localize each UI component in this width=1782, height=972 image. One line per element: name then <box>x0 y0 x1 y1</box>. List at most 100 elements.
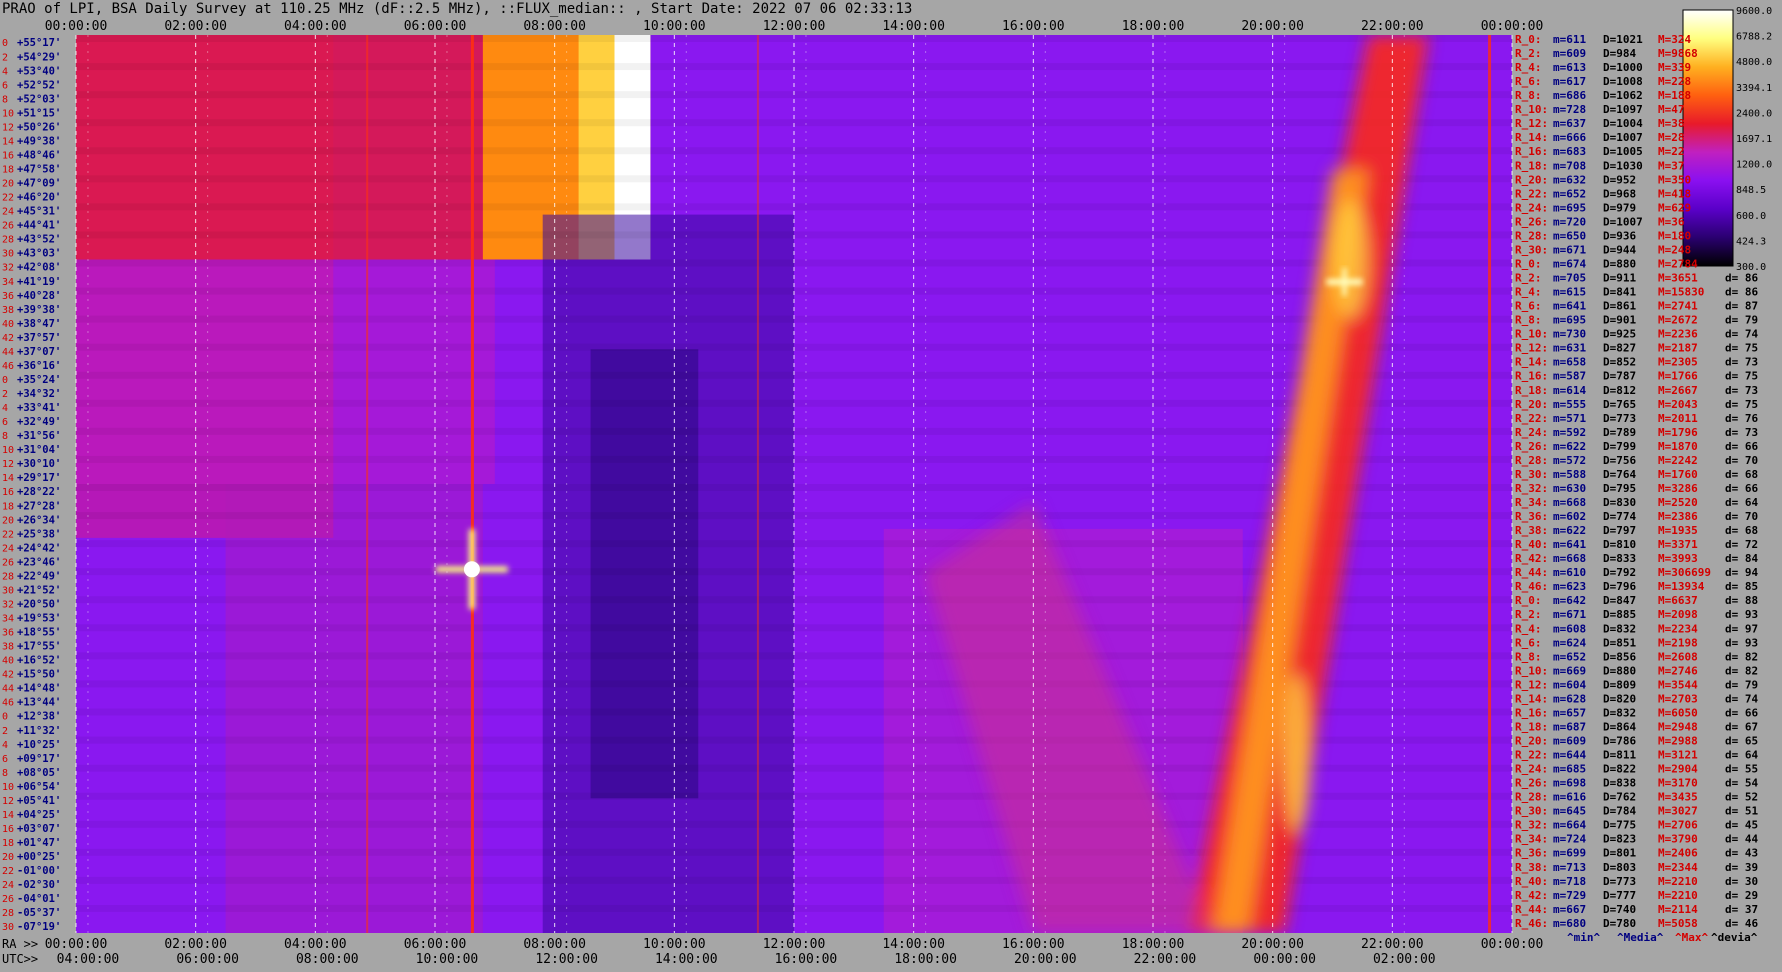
dec-tick-label: +08°05' <box>17 767 61 779</box>
stats-median: D=944 <box>1603 243 1636 256</box>
stats-deviation: d= 75 <box>1725 398 1758 411</box>
stats-deviation: d= 54 <box>1725 777 1758 790</box>
row-index-label: 24 <box>2 207 14 218</box>
dec-tick-label: +52°03' <box>17 93 61 105</box>
dec-tick-label: +40°28' <box>17 290 61 302</box>
dec-tick-label: +47°09' <box>17 178 61 190</box>
utc-tick-label: 16:00:00 <box>775 952 838 967</box>
row-index-label: 20 <box>2 852 14 863</box>
stats-median: D=1030 <box>1603 159 1643 172</box>
row-index-label: 14 <box>2 810 14 821</box>
stats-row: R_16: m=587 D=787 M=1766 d= 75 <box>1515 370 1758 383</box>
stats-median: D=756 <box>1603 454 1636 467</box>
stats-min: m=609 <box>1553 735 1586 748</box>
row-index-label: 26 <box>2 894 14 905</box>
ra-axis-prefix: RA >> <box>2 937 38 951</box>
stats-deviation: d= 52 <box>1725 791 1758 804</box>
stats-footer-label: ^Max^ <box>1675 931 1708 944</box>
stats-row-label: R_18: <box>1515 384 1548 397</box>
stats-median: D=764 <box>1603 468 1636 481</box>
dec-tick-label: +31°56' <box>17 430 61 442</box>
stats-median: D=765 <box>1603 398 1636 411</box>
stats-min: m=637 <box>1553 117 1586 130</box>
row-index-label: 20 <box>2 179 14 190</box>
stats-max: M=1760 <box>1658 468 1698 481</box>
stats-max: M=2305 <box>1658 356 1698 369</box>
stats-median: D=796 <box>1603 580 1636 593</box>
stats-median: D=880 <box>1603 257 1636 270</box>
stats-deviation: d= 73 <box>1725 356 1758 369</box>
dec-tick-label: -04°01' <box>17 893 61 905</box>
utc-tick-label: 10:00:00 <box>416 952 479 967</box>
stats-row: R_6: m=641 D=861 M=2741 d= 87 <box>1515 300 1758 313</box>
stats-max: M=2672 <box>1658 314 1698 327</box>
stats-deviation: d= 93 <box>1725 636 1758 649</box>
stats-row: R_0: m=674 D=880 M=2784 <box>1515 257 1698 270</box>
stats-deviation: d= 64 <box>1725 496 1758 509</box>
stats-row-label: R_34: <box>1515 496 1548 509</box>
row-index-label: 4 <box>2 403 8 414</box>
stats-max: M=2706 <box>1658 819 1698 832</box>
stats-min: m=680 <box>1553 917 1586 930</box>
stats-max: M=13934 <box>1658 580 1705 593</box>
stats-max: M=28 <box>1658 131 1685 144</box>
stats-median: D=925 <box>1603 328 1636 341</box>
stats-max: M=1766 <box>1658 370 1698 383</box>
dec-tick-label: +34°32' <box>17 388 61 400</box>
stats-deviation: d= 86 <box>1725 286 1758 299</box>
top-time-tick: 10:00:00 <box>643 19 706 34</box>
stats-median: D=803 <box>1603 861 1636 874</box>
stats-row-label: R_8: <box>1515 89 1542 102</box>
row-index-label: 42 <box>2 333 14 344</box>
stats-row-label: R_0: <box>1515 594 1542 607</box>
row-index-label: 12 <box>2 459 14 470</box>
dec-tick-label: +18°55' <box>17 627 61 639</box>
stats-max: M=3027 <box>1658 805 1698 818</box>
row-index-label: 40 <box>2 656 14 667</box>
dec-tick-label: +50°26' <box>17 121 61 133</box>
row-index-label: 30 <box>2 249 14 260</box>
stats-row-label: R_8: <box>1515 314 1542 327</box>
stats-max: M=2904 <box>1658 763 1698 776</box>
stats-deviation: d= 97 <box>1725 622 1758 635</box>
stats-max: M=350 <box>1658 173 1691 186</box>
colorbar-tick-label: 600.0 <box>1736 211 1766 222</box>
stats-min: m=671 <box>1553 608 1586 621</box>
top-time-tick: 08:00:00 <box>523 19 586 34</box>
stats-min: m=610 <box>1553 566 1586 579</box>
stats-median: D=780 <box>1603 917 1636 930</box>
stats-deviation: d= 75 <box>1725 342 1758 355</box>
stats-median: D=880 <box>1603 664 1636 677</box>
stats-row-label: R_18: <box>1515 720 1548 733</box>
heatmap-artifact-column <box>470 35 474 933</box>
row-index-label: 6 <box>2 754 8 765</box>
stats-row-label: R_22: <box>1515 412 1548 425</box>
dec-tick-label: +29°17' <box>17 472 61 484</box>
dec-tick-label: -02°30' <box>17 879 61 891</box>
stats-row: R_4: m=615 D=841 M=15830 d= 86 <box>1515 286 1758 299</box>
stats-row: R_6: m=624 D=851 M=2198 d= 93 <box>1515 636 1758 649</box>
stats-row: R_8: m=695 D=901 M=2672 d= 79 <box>1515 314 1758 327</box>
stats-row: R_46: m=623 D=796 M=13934 d= 85 <box>1515 580 1758 593</box>
row-index-label: 4 <box>2 740 8 751</box>
stats-row-label: R_10: <box>1515 103 1548 116</box>
stats-deviation: d= 84 <box>1725 552 1758 565</box>
stats-row: R_26: m=720 D=1007 M=36 <box>1515 215 1685 228</box>
stats-row-label: R_10: <box>1515 328 1548 341</box>
stats-median: D=1007 <box>1603 131 1643 144</box>
stats-median: D=901 <box>1603 314 1636 327</box>
stats-min: m=652 <box>1553 650 1586 663</box>
dec-tick-label: +52°52' <box>17 79 61 91</box>
stats-max: M=3651 <box>1658 272 1698 285</box>
stats-row-label: R_22: <box>1515 187 1548 200</box>
utc-tick-label: 18:00:00 <box>894 952 957 967</box>
stats-min: m=631 <box>1553 342 1586 355</box>
stats-max: M=1935 <box>1658 524 1698 537</box>
stats-row: R_22: m=571 D=773 M=2011 d= 76 <box>1515 412 1758 425</box>
stats-max: M=3435 <box>1658 791 1698 804</box>
stats-median: D=774 <box>1603 510 1636 523</box>
stats-row-label: R_6: <box>1515 636 1542 649</box>
stats-max: M=2344 <box>1658 861 1698 874</box>
stats-median: D=832 <box>1603 706 1636 719</box>
stats-max: M=1870 <box>1658 440 1698 453</box>
